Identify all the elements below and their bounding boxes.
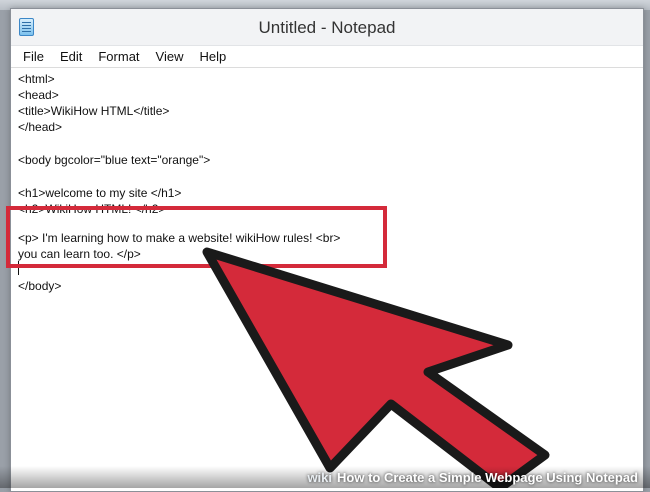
footer-brand: wiki (307, 470, 333, 485)
footer-caption-text: How to Create a Simple Webpage Using Not… (337, 470, 638, 485)
code-line: <body bgcolor="blue text="orange"> (18, 153, 211, 167)
text-editor-area[interactable]: <html> <head> <title>WikiHow HTML</title… (11, 69, 643, 491)
code-line: </head> (18, 120, 63, 134)
code-line: <title>WikiHow HTML</title> (18, 104, 170, 118)
title-bar[interactable]: Untitled - Notepad (11, 9, 643, 46)
menu-edit[interactable]: Edit (52, 49, 90, 64)
highlight-box (6, 206, 387, 268)
menu-view[interactable]: View (148, 49, 192, 64)
code-line: <html> (18, 72, 55, 86)
menu-bar: File Edit Format View Help (11, 46, 643, 68)
menu-format[interactable]: Format (90, 49, 147, 64)
window-title: Untitled - Notepad (258, 18, 396, 37)
menu-help[interactable]: Help (191, 49, 234, 64)
code-line: <h1>welcome to my site </h1> (18, 186, 182, 200)
menu-file[interactable]: File (15, 49, 52, 64)
footer-caption: wiki How to Create a Simple Webpage Using… (307, 470, 638, 485)
code-line: </body> (18, 279, 62, 293)
code-line: <head> (18, 88, 59, 102)
